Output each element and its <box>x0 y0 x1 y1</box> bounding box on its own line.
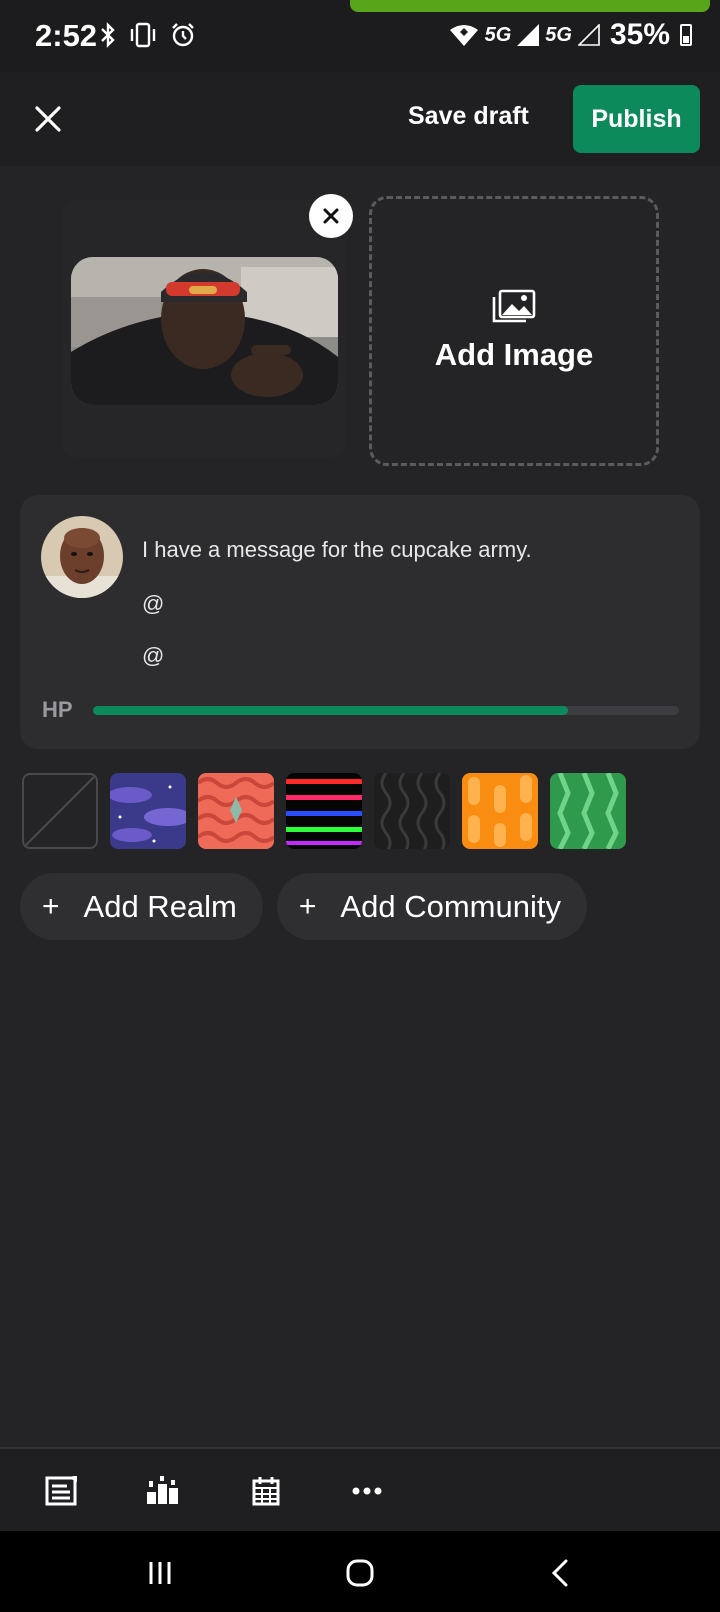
bluetooth-icon <box>101 22 115 48</box>
post-body-text[interactable]: I have a message for the cupcake army. <box>142 537 532 563</box>
recents-button[interactable] <box>138 1551 182 1595</box>
article-tool-button[interactable] <box>40 1469 84 1513</box>
attached-image-picture <box>71 257 338 405</box>
status-bar: 2:52 5G 5G 35% <box>0 0 720 72</box>
system-nav-bar <box>0 1531 720 1612</box>
back-icon <box>551 1559 568 1587</box>
add-realm-label: Add Realm <box>83 888 237 924</box>
background-green-leaves[interactable] <box>550 773 626 849</box>
signal-icon <box>517 24 540 46</box>
rainbow-stripes-pattern <box>286 773 362 849</box>
home-button[interactable] <box>338 1551 382 1595</box>
tag-chips: + Add Realm + Add Community <box>20 873 587 940</box>
alarm-icon <box>172 23 194 47</box>
wifi-icon <box>449 25 478 46</box>
background-purple-clouds[interactable] <box>110 773 186 849</box>
post-card: I have a message for the cupcake army. @… <box>20 495 700 749</box>
network-type-2: 5G <box>545 23 572 46</box>
avatar[interactable] <box>41 516 123 598</box>
orange-dots-pattern <box>462 773 538 849</box>
network-type-1: 5G <box>484 23 512 46</box>
close-button[interactable] <box>28 99 68 139</box>
mention-line[interactable]: @ <box>142 591 164 617</box>
more-tool-button[interactable] <box>345 1469 389 1513</box>
recents-icon <box>149 1562 171 1584</box>
calendar-icon <box>252 1477 280 1506</box>
home-icon <box>346 1559 374 1587</box>
black-waves-pattern <box>374 773 450 849</box>
ranking-tool-button[interactable] <box>141 1469 185 1513</box>
image-icon <box>492 289 536 323</box>
background-black-waves[interactable] <box>374 773 450 849</box>
calendar-tool-button[interactable] <box>244 1469 288 1513</box>
top-progress-bar <box>350 0 710 12</box>
close-icon <box>35 106 61 132</box>
editor-toolbar <box>0 1447 720 1531</box>
hp-bar <box>93 706 679 715</box>
close-icon <box>323 208 339 224</box>
battery-percent: 35% <box>609 18 670 51</box>
background-orange-dots[interactable] <box>462 773 538 849</box>
more-icon <box>352 1487 382 1495</box>
background-red-waves[interactable] <box>198 773 274 849</box>
save-draft-button[interactable]: Save draft <box>408 102 529 131</box>
attached-image-card <box>62 200 346 458</box>
plus-icon: + <box>298 889 317 923</box>
add-image-button[interactable]: Add Image <box>369 196 659 466</box>
hp-bar-fill <box>93 706 568 715</box>
plus-icon: + <box>42 889 60 923</box>
background-picker <box>22 773 626 849</box>
mention-line[interactable]: @ <box>142 643 164 669</box>
battery-icon <box>680 24 692 46</box>
red-waves-pattern <box>198 773 274 849</box>
signal-empty-icon <box>577 24 600 46</box>
editor-header: Save draft Publish <box>0 72 720 166</box>
background-rainbow-stripes[interactable] <box>286 773 362 849</box>
hp-label: HP <box>42 697 73 722</box>
avatar-picture <box>41 516 123 598</box>
publish-button[interactable]: Publish <box>573 85 700 153</box>
purple-clouds-pattern <box>110 773 186 849</box>
attached-image[interactable] <box>71 257 338 405</box>
remove-image-button[interactable] <box>309 194 353 238</box>
no-background-icon <box>25 776 95 846</box>
add-community-label: Add Community <box>340 888 561 924</box>
vibrate-icon <box>130 22 156 48</box>
status-time: 2:52 <box>35 18 98 53</box>
background-none[interactable] <box>22 773 98 849</box>
add-image-label: Add Image <box>434 337 594 372</box>
add-community-button[interactable]: + Add Community <box>276 873 587 940</box>
ranking-icon <box>147 1476 178 1504</box>
back-button[interactable] <box>538 1551 582 1595</box>
article-icon <box>45 1476 77 1506</box>
add-realm-button[interactable]: + Add Realm <box>20 873 263 940</box>
green-leaves-pattern <box>550 773 626 849</box>
